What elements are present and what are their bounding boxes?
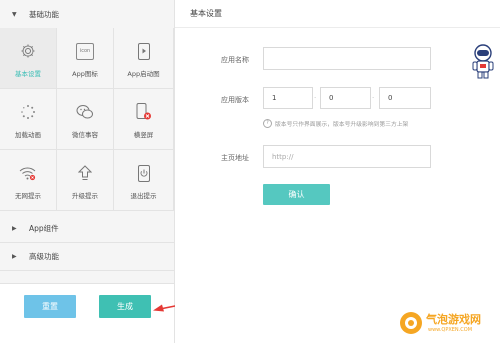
caret-right-icon: ▶	[12, 253, 17, 260]
version-label: 应用版本	[221, 96, 249, 104]
section-basic-label: 基础功能	[29, 10, 59, 19]
section-components-header[interactable]: ▶ App组件	[0, 215, 174, 242]
feature-loading-animation[interactable]: 加载动画	[0, 89, 57, 150]
feature-upgrade[interactable]: 升级提示	[57, 150, 114, 211]
version-hint: ? 版本号只作界面展示，版本号升级影响到第三方上架	[263, 119, 408, 128]
wechat-icon	[76, 103, 94, 121]
screen-orientation-icon	[135, 103, 153, 121]
feature-exit[interactable]: 退出提示	[114, 150, 174, 211]
version-patch-input[interactable]: 0	[379, 87, 431, 109]
homepage-label: 主页地址	[221, 154, 249, 162]
watermark-url: www.QPXEN.COM	[428, 327, 473, 333]
section-components-label: App组件	[29, 224, 59, 233]
feature-basic-settings[interactable]: 基本设置	[0, 28, 57, 89]
generate-button[interactable]: 生成	[99, 295, 151, 318]
no-network-icon	[19, 164, 37, 182]
version-minor-input[interactable]: 0	[320, 87, 371, 109]
caret-down-icon: ▼	[12, 11, 17, 18]
feature-label: 升级提示	[72, 192, 98, 200]
feature-label: App启动图	[127, 70, 160, 78]
feature-label: 基本设置	[15, 70, 41, 78]
feature-launch-image[interactable]: App启动图	[114, 28, 174, 89]
app-icon: icon	[76, 42, 94, 60]
feature-app-icon[interactable]: icon App图标	[57, 28, 114, 89]
question-icon: ?	[263, 119, 272, 128]
version-separator: ·	[372, 94, 375, 102]
section-advanced-label: 高级功能	[29, 252, 59, 261]
launch-image-icon	[135, 42, 153, 60]
feature-label: 微信事容	[72, 131, 98, 139]
homepage-input[interactable]: http://	[263, 145, 431, 168]
watermark: 气泡游戏网 www.QPXEN.COM	[398, 308, 498, 340]
version-hint-text: 版本号只作界面展示，版本号升级影响到第三方上架	[275, 122, 409, 128]
watermark-brand: 气泡游戏网	[426, 313, 481, 326]
section-advanced-header[interactable]: ▶ 高级功能	[0, 243, 174, 270]
feature-wechat[interactable]: 微信事容	[57, 89, 114, 150]
feature-label: App图标	[72, 70, 98, 78]
feature-grid: 基本设置 icon App图标 App启动图 加载动画 微信事容 横竖屏 无网提…	[0, 28, 174, 214]
version-separator: ·	[314, 94, 317, 102]
watermark-logo-icon	[400, 312, 422, 334]
exit-icon	[135, 164, 153, 182]
feature-label: 无网提示	[15, 192, 41, 200]
sidebar: ▼ 基础功能 基本设置 icon App图标 App启动图 加载动画 微信事容 …	[0, 0, 201, 343]
divider	[0, 270, 174, 271]
feature-label: 横竖屏	[133, 131, 154, 139]
confirm-button[interactable]: 确认	[263, 184, 330, 205]
loading-spinner-icon	[19, 103, 37, 121]
astronaut-icon	[472, 44, 494, 79]
caret-right-icon: ▶	[12, 225, 17, 232]
feature-label: 退出提示	[130, 192, 157, 200]
divider	[175, 27, 500, 28]
feature-label: 加载动画	[15, 131, 41, 139]
section-basic-header[interactable]: ▼ 基础功能	[0, 1, 174, 28]
page-title: 基本设置	[190, 9, 222, 18]
feature-screen-orientation[interactable]: 横竖屏	[114, 89, 174, 150]
version-major-input[interactable]: 1	[263, 87, 313, 109]
feature-no-network[interactable]: 无网提示	[0, 150, 57, 211]
app-name-label: 应用名称	[221, 56, 249, 64]
upgrade-icon	[76, 164, 94, 182]
reset-button[interactable]: 重置	[24, 295, 76, 318]
gear-icon	[19, 42, 37, 60]
app-name-input[interactable]	[263, 47, 431, 70]
